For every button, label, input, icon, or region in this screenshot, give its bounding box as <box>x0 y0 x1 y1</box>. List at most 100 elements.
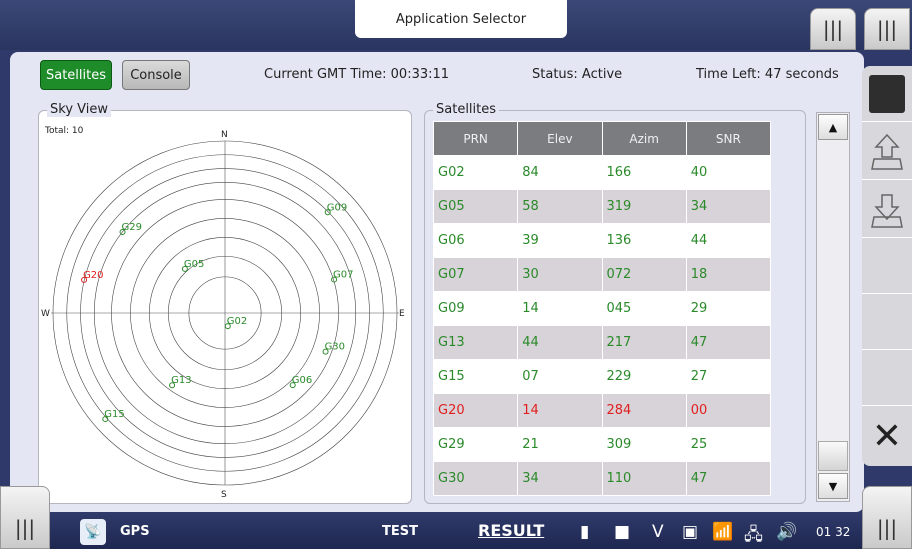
table-cell: 34 <box>517 461 603 496</box>
table-cell: 21 <box>517 427 603 462</box>
side-button-empty-3[interactable] <box>862 350 912 406</box>
application-selector-tab[interactable]: Application Selector <box>355 0 567 38</box>
table-row[interactable]: G09 14 045 29 <box>432 291 772 326</box>
table-cell: 045 <box>601 291 687 326</box>
table-cell: G06 <box>432 223 519 258</box>
top-bar: Application Selector ||| ||| <box>0 0 912 50</box>
scroll-up-button[interactable]: ▲ <box>818 114 848 140</box>
column-header[interactable]: PRN <box>432 121 519 156</box>
table-row[interactable]: G06 39 136 44 <box>432 223 772 258</box>
satellite-label: G02 <box>227 316 247 327</box>
table-cell: 39 <box>517 223 603 258</box>
speaker-icon: 🔊 <box>776 522 798 542</box>
sky-view-panel: Total: 10 N S E W G02 G05 G06 G07 G09 G13 G15 G… <box>38 102 412 504</box>
side-button-empty-1[interactable] <box>862 238 912 294</box>
table-cell: 136 <box>601 223 687 258</box>
dark-square-button[interactable] <box>862 66 912 122</box>
scroll-down-button[interactable]: ▼ <box>818 473 848 499</box>
clock: 01 32 <box>816 525 851 539</box>
table-row[interactable]: G20 14 284 00 <box>432 393 772 428</box>
table-cell: 84 <box>517 155 603 190</box>
main-panel: Satellites Console Current GMT Time: 00:… <box>10 52 864 512</box>
satellite-label: G15 <box>104 409 124 420</box>
table-cell: 284 <box>601 393 687 428</box>
table-cell: 072 <box>601 257 687 292</box>
satellites-table: PRN Elev Azim SNR G02 84 166 40 G05 58 319 34 G06 39… <box>432 121 772 496</box>
antenna-icon: 📶 <box>712 522 734 542</box>
top-menu-tab-left[interactable]: ||| <box>810 8 856 50</box>
bottom-bar: ||| 📡 GPS TEST RESULT ▮ ■ V ▣ 📶 🖧 🔊 01 3… <box>0 486 912 549</box>
south-label: S <box>221 490 227 500</box>
table-row[interactable]: G05 58 319 34 <box>432 189 772 224</box>
table-cell: 14 <box>517 393 603 428</box>
result-button[interactable]: RESULT <box>478 521 544 540</box>
table-cell: G09 <box>432 291 519 326</box>
table-row[interactable]: G13 44 217 47 <box>432 325 772 360</box>
table-row[interactable]: G29 21 309 25 <box>432 427 772 462</box>
console-button[interactable]: Console <box>122 60 190 90</box>
top-menu-tab-right[interactable]: ||| <box>864 8 910 50</box>
table-row[interactable]: G02 84 166 40 <box>432 155 772 190</box>
table-cell: 07 <box>517 359 603 394</box>
table-row[interactable]: G15 07 229 27 <box>432 359 772 394</box>
test-button[interactable]: TEST <box>382 524 418 539</box>
menu-icon: ||| <box>876 516 898 540</box>
east-label: E <box>399 309 405 319</box>
page-down-icon <box>871 193 903 228</box>
table-cell: 44 <box>517 325 603 360</box>
close-button[interactable]: ✕ <box>862 406 912 466</box>
battery-icon: ▮ <box>580 522 590 542</box>
bottom-menu-tab-left[interactable]: ||| <box>0 486 50 549</box>
table-cell: 110 <box>601 461 687 496</box>
satellite-label: G06 <box>292 375 312 386</box>
satellites-title: Satellites <box>433 102 500 117</box>
table-cell: 14 <box>517 291 603 326</box>
gps-label: GPS <box>120 524 150 539</box>
table-row[interactable]: G30 34 110 47 <box>432 461 772 496</box>
scroll-thumb[interactable] <box>818 441 848 471</box>
page-down-button[interactable] <box>862 180 912 238</box>
table-cell: 47 <box>685 461 772 496</box>
bottom-menu-tab-right[interactable]: ||| <box>862 486 912 549</box>
satellite-label: G30 <box>325 342 345 353</box>
storage-icon: ■ <box>614 522 631 542</box>
table-scrollbar[interactable]: ▲ ▼ <box>816 112 850 502</box>
menu-icon: ||| <box>876 17 898 41</box>
menu-icon: ||| <box>14 516 36 540</box>
satellite-label: G20 <box>83 270 103 281</box>
table-cell: G15 <box>432 359 519 394</box>
table-cell: G05 <box>432 189 519 224</box>
satellite-label: G29 <box>122 222 142 233</box>
side-button-empty-2[interactable] <box>862 294 912 350</box>
gps-app-icon[interactable]: 📡 <box>80 519 106 545</box>
table-cell: G02 <box>432 155 519 190</box>
column-header[interactable]: SNR <box>685 121 772 156</box>
satellites-button[interactable]: Satellites <box>40 60 112 90</box>
table-cell: G30 <box>432 461 519 496</box>
table-cell: 229 <box>601 359 687 394</box>
page-up-icon <box>871 133 903 170</box>
table-cell: 319 <box>601 189 687 224</box>
sky-view-title: Sky View <box>47 102 111 117</box>
dark-square-icon <box>869 74 905 113</box>
gmt-time: Current GMT Time: 00:33:11 <box>264 67 450 82</box>
satellite-label: G13 <box>171 375 191 386</box>
satellite-label: G09 <box>327 202 347 213</box>
column-header[interactable]: Azim <box>601 121 687 156</box>
table-cell: G07 <box>432 257 519 292</box>
table-cell: G13 <box>432 325 519 360</box>
time-left: Time Left: 47 seconds <box>696 67 839 82</box>
table-cell: 00 <box>685 393 772 428</box>
table-row[interactable]: G07 30 072 18 <box>432 257 772 292</box>
table-cell: 217 <box>601 325 687 360</box>
table-cell: G20 <box>432 393 519 428</box>
table-cell: 40 <box>685 155 772 190</box>
sky-plot: Total: 10 N S E W G02 G05 G06 G07 G09 G13 G15 G… <box>41 126 405 500</box>
page-up-button[interactable] <box>862 122 912 180</box>
right-side-panel: ✕ <box>862 66 912 466</box>
table-cell: 166 <box>601 155 687 190</box>
column-header[interactable]: Elev <box>517 121 603 156</box>
table-cell: 29 <box>685 291 772 326</box>
close-icon: ✕ <box>871 415 903 457</box>
satellite-label: G05 <box>184 259 204 270</box>
